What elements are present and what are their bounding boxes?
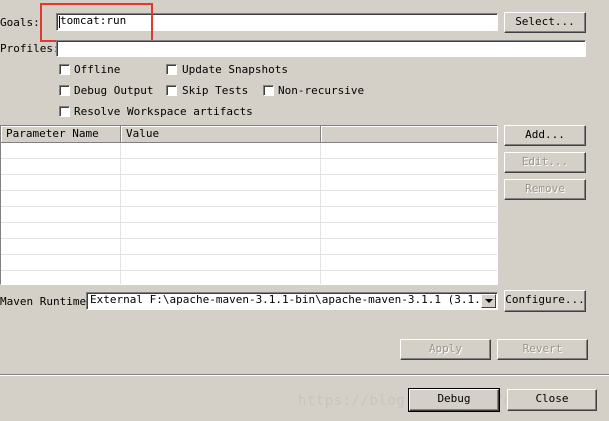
configure-runtime-button[interactable]: Configure... xyxy=(504,290,586,312)
table-row xyxy=(1,222,497,223)
maven-runtime-select[interactable]: External F:\apache-maven-3.1.1-bin\apach… xyxy=(86,292,498,310)
add-parameter-button[interactable]: Add... xyxy=(504,125,586,146)
table-row xyxy=(1,254,497,255)
update-snapshots-checkbox[interactable] xyxy=(166,64,177,75)
offline-checkbox[interactable] xyxy=(59,64,70,75)
skip-tests-checkbox[interactable] xyxy=(166,85,177,96)
select-goals-button[interactable]: Select... xyxy=(504,12,586,33)
update-snapshots-label: Update Snapshots xyxy=(182,63,288,76)
table-row xyxy=(1,158,497,159)
non-recursive-label: Non-recursive xyxy=(278,84,365,97)
column-header-filler xyxy=(321,126,497,143)
table-row xyxy=(1,270,497,271)
debug-output-label: Debug Output xyxy=(74,84,154,97)
goals-label: Goals: xyxy=(0,16,40,29)
grid-line xyxy=(320,143,321,284)
debug-button[interactable]: Debug xyxy=(408,388,500,412)
annotation-highlight-box xyxy=(40,3,153,42)
non-recursive-checkbox[interactable] xyxy=(263,85,274,96)
grid-line xyxy=(120,143,121,284)
table-row xyxy=(1,206,497,207)
column-header-parameter-name[interactable]: Parameter Name xyxy=(1,126,121,143)
dropdown-arrow-icon[interactable] xyxy=(481,294,496,308)
apply-button[interactable]: Apply xyxy=(400,339,491,360)
close-button[interactable]: Close xyxy=(507,389,597,411)
parameters-table[interactable]: Parameter Name Value xyxy=(0,125,498,285)
table-row xyxy=(1,190,497,191)
maven-runtime-value: External F:\apache-maven-3.1.1-bin\apach… xyxy=(90,293,494,306)
offline-label: Offline xyxy=(74,63,121,76)
edit-parameter-button[interactable]: Edit... xyxy=(504,152,586,173)
debug-output-checkbox[interactable] xyxy=(59,85,70,96)
table-row xyxy=(1,174,497,175)
column-header-value[interactable]: Value xyxy=(121,126,321,143)
table-row xyxy=(1,238,497,239)
dialog-separator xyxy=(0,374,609,375)
remove-parameter-button[interactable]: Remove xyxy=(504,179,586,200)
profiles-input[interactable] xyxy=(56,40,586,57)
maven-runtime-label: Maven Runtime: xyxy=(0,295,93,308)
skip-tests-label: Skip Tests xyxy=(182,84,249,97)
parameters-table-header: Parameter Name Value xyxy=(1,126,497,143)
resolve-workspace-checkbox[interactable] xyxy=(59,106,70,117)
resolve-workspace-label: Resolve Workspace artifacts xyxy=(74,105,253,118)
revert-button[interactable]: Revert xyxy=(497,339,588,360)
profiles-label: Profiles: xyxy=(0,42,60,55)
